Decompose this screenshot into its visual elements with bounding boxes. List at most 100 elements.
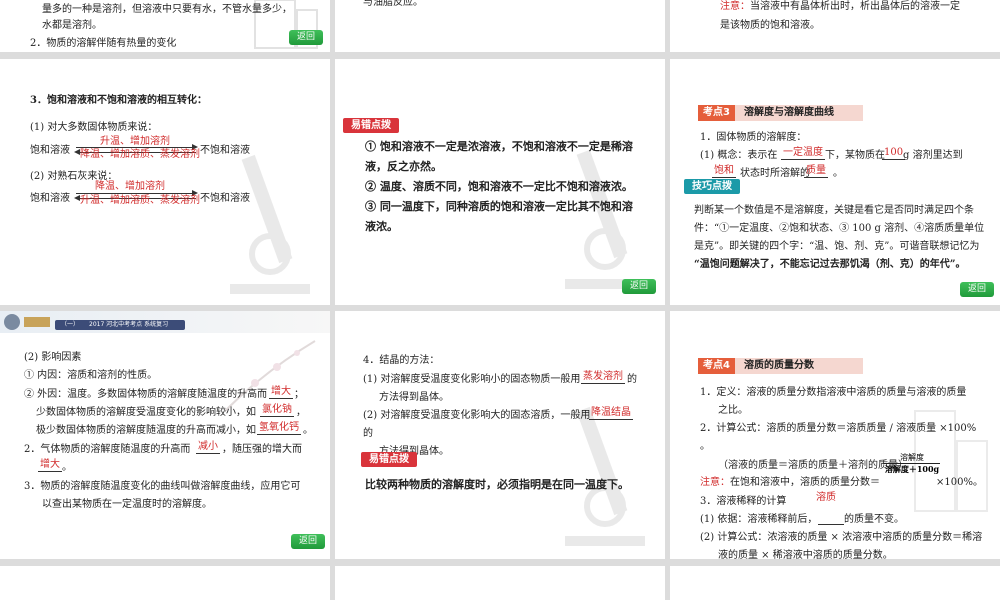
saturated-label-2: 饱和溶液 — [30, 193, 70, 204]
definition-line-a: (1) 概念：表示在 — [700, 150, 778, 161]
method2-line-b: 的 — [363, 428, 373, 439]
microscope-decoration — [565, 149, 645, 289]
gas-line-c: 。 — [62, 462, 72, 473]
slide1-line1: 量多的一种是溶剂，但溶液中只要有水，不管水量多少， — [42, 4, 292, 15]
slide-11 — [335, 566, 665, 600]
arrow1-bottom-label: 降温、增加溶质、蒸发溶剂 — [80, 149, 200, 160]
slide-header-bar: （一） 2017 河北中考考点 系统复习 — [0, 311, 330, 333]
minority-line-b: ， — [296, 407, 306, 418]
internal-factor: ① 内因：溶质和溶剂的性质。 — [24, 370, 158, 381]
arrow2-top-label: 降温、增加溶剂 — [95, 181, 165, 192]
error-tip-badge: 易错点拨 — [361, 452, 417, 467]
few-line-b: 。 — [303, 425, 313, 436]
slide-9: 考点4 溶质的质量分数 1．定义：溶液的质量分数指溶液中溶质的质量与溶液的质量 … — [670, 311, 1000, 559]
answer-increase-2: 增大 — [38, 459, 62, 472]
header-text: 2017 河北中考考点 系统复习 — [89, 321, 169, 328]
slide-5: 易错点拨 ① 饱和溶液不一定是浓溶液，不饱和溶液不一定是稀溶 液，反之亦然。 ②… — [335, 59, 665, 305]
curve-line-2: 以查出某物质在一定温度时的溶解度。 — [42, 499, 212, 510]
answer-caoh2: 氢氧化钙 — [257, 422, 301, 435]
dilution-basis-a: (1) 依据：溶液稀释前后， — [700, 514, 818, 525]
answer-100: 100 — [881, 147, 906, 160]
method1-line-c: 方法得到晶体。 — [379, 392, 449, 403]
slide-2: 与油脂反应。 — [335, 0, 665, 52]
note-prefix: 注意： — [700, 477, 730, 488]
topic-label: 考点4 — [698, 358, 735, 374]
slide1-line2: 水都是溶剂。 — [42, 20, 102, 31]
answer-nacl: 氯化钠 — [260, 404, 294, 417]
back-button[interactable]: 返回 — [622, 279, 656, 294]
tip-line-3: 是克”。即关键的四个字：“温、饱、剂、克”。可谐音联想记忆为 — [694, 241, 980, 252]
slide3-note-line2: 是该物质的饱和溶液。 — [720, 20, 820, 31]
topic-label: 考点3 — [698, 105, 735, 121]
slide-1: 量多的一种是溶剂，但溶液中只要有水，不管水量多少， 水都是溶剂。 2．物质的溶解… — [0, 0, 330, 52]
factors-heading: (2) 影响因素 — [24, 352, 82, 363]
arrow2-bottom-label: 升温、增加溶质、蒸发溶剂 — [80, 195, 200, 206]
external-factor-a: ② 外因：温度。多数固体物质的溶解度随温度的升高而 — [24, 389, 268, 400]
answer-decrease: 减小 — [196, 441, 220, 454]
slide3-note-line1: 注意：当溶液中有晶体析出时，析出晶体后的溶液一定 — [720, 0, 960, 13]
topic-title: 溶解度与溶解度曲线 — [744, 107, 834, 118]
back-button[interactable]: 返回 — [289, 30, 323, 45]
dilution-blank — [818, 524, 844, 525]
fraction-denominator: 溶解度＋100g — [884, 464, 940, 474]
formula-line: 2．计算公式：溶质的质量分数＝溶质质量 / 溶液质量 ×100% — [700, 423, 977, 434]
back-button[interactable]: 返回 — [291, 534, 325, 549]
topic-title: 溶质的质量分数 — [744, 360, 814, 371]
tip-line-4: “温饱问题解决了，不能忘记过去那饥渴（剂、克）的年代”。 — [694, 259, 966, 270]
unsaturated-label: 不饱和溶液 — [200, 145, 250, 156]
saturated-fraction: 溶解度 溶解度＋100g — [884, 453, 940, 474]
note-percent: ×100%。 — [936, 477, 983, 488]
slide2-line1: 与油脂反应。 — [363, 0, 423, 8]
skill-tip-badge: 技巧点拨 — [684, 179, 740, 194]
answer-solute: 溶质 — [816, 492, 836, 503]
method1-line-b: 的 — [627, 374, 637, 385]
slide-6: 考点3 溶解度与溶解度曲线 1．固体物质的溶解度： (1) 概念：表示在 一定温… — [670, 59, 1000, 305]
dilution-formula-1: (2) 计算公式：浓溶液的质量 × 浓溶液中溶质的质量分数＝稀溶 — [700, 532, 983, 543]
slide-12 — [670, 566, 1000, 600]
tip-point-2: ② 温度、溶质不同，饱和溶液不一定比不饱和溶液浓。 — [365, 180, 633, 193]
few-line-a: 极少数固体物质的溶解度随温度的升高而减小，如 — [36, 425, 256, 436]
slide-3: 注意：当溶液中有晶体析出时，析出晶体后的溶液一定 是该物质的饱和溶液。 — [670, 0, 1000, 52]
definition-line-e: 。 — [833, 168, 843, 179]
definition-line-c: g 溶剂里达到 — [903, 150, 963, 161]
definition-line-1: 1．定义：溶液的质量分数指溶液中溶质的质量与溶液的质量 — [700, 387, 967, 398]
slide-10 — [0, 566, 330, 600]
topic-header: 考点3 溶解度与溶解度曲线 — [698, 105, 863, 121]
tip-line-1: 判断某一个数值是不是溶解度，关键是看它是否同时满足四个条 — [694, 205, 974, 216]
dilution-formula-2: 液的质量 × 稀溶液中溶质的质量分数。 — [718, 550, 893, 559]
microscope-decoration — [230, 154, 310, 294]
header-num: （一） — [61, 321, 80, 328]
solubility-heading: 1．固体物质的溶解度： — [700, 132, 807, 143]
formula-line-end: 。 — [700, 441, 710, 452]
slide-8: 4．结晶的方法： (1) 对溶解度受温度变化影响小的固态物质一般用 蒸发溶剂 的… — [335, 311, 665, 559]
dilution-basis-b: 的质量不变。 — [844, 514, 904, 525]
logo-icon — [4, 314, 50, 330]
note-text: 当溶液中有晶体析出时，析出晶体后的溶液一定 — [750, 1, 960, 12]
note-text: 在饱和溶液中，溶质的质量分数＝ — [730, 477, 880, 488]
saturated-label: 饱和溶液 — [30, 145, 70, 156]
back-button[interactable]: 返回 — [960, 282, 994, 297]
answer-evaporate: 蒸发溶剂 — [581, 371, 625, 384]
tip-line-2: 件：“①一定温度、②饱和状态、③ 100 g 溶剂、④溶质质量单位 — [694, 223, 985, 234]
method1-line-a: (1) 对溶解度受温度变化影响小的固态物质一般用 — [363, 374, 581, 385]
tip-compare: 比较两种物质的溶解度时，必须指明是在同一温度下。 — [365, 478, 629, 491]
header-banner: （一） 2017 河北中考考点 系统复习 — [55, 320, 185, 330]
answer-saturated: 饱和 — [712, 165, 736, 178]
method2-line-a: (2) 对溶解度受温度变化影响大的固态溶质，一般用 — [363, 410, 591, 421]
note-prefix: 注意： — [720, 1, 750, 12]
definition-line-b: 下，某物质在 — [825, 150, 885, 161]
gas-line-b: ，随压强的增大而 — [222, 444, 302, 455]
case1-label: (1) 对大多数固体物质来说： — [30, 122, 158, 133]
unsaturated-label-2: 不饱和溶液 — [200, 193, 250, 204]
definition-line-2: 之比。 — [718, 405, 748, 416]
section-title: 3．饱和溶液和不饱和溶液的相互转化： — [30, 95, 207, 106]
tip-point-1: ① 饱和溶液不一定是浓溶液，不饱和溶液不一定是稀溶 — [365, 140, 633, 153]
fraction-numerator: 溶解度 — [884, 453, 940, 464]
curve-line-1: 3．物质的溶解度随温度变化的曲线叫做溶解度曲线，应用它可 — [24, 481, 301, 492]
minority-line-a: 少数固体物质的溶解度受温度变化的影响较小，如 — [36, 407, 256, 418]
answer-mass: 质量 — [804, 165, 828, 178]
answer-increase: 增大 — [269, 386, 293, 399]
error-tip-badge: 易错点拨 — [343, 118, 399, 133]
external-factor-b: ； — [294, 389, 304, 400]
note-line: 注意：在饱和溶液中，溶质的质量分数＝ — [700, 476, 880, 489]
